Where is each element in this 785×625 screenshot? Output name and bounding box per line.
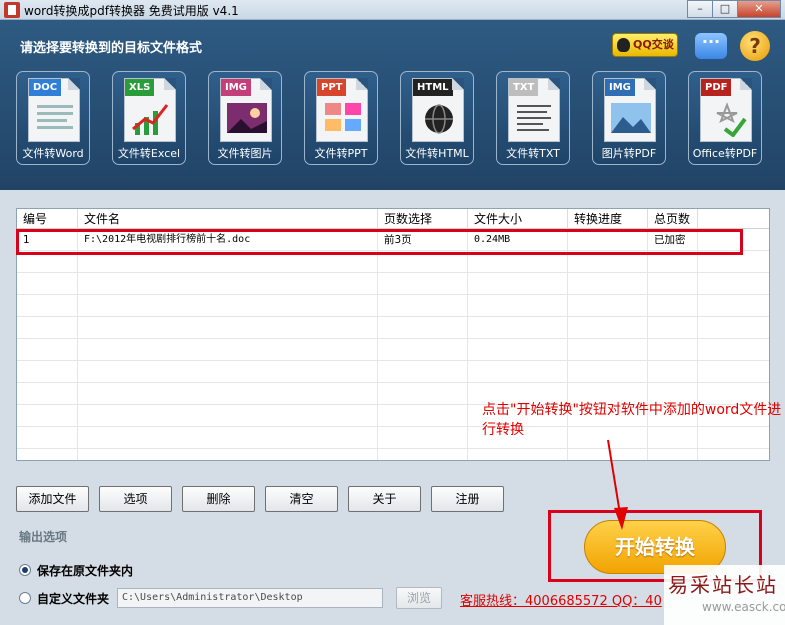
empty-row xyxy=(17,273,769,295)
sunset-photo-icon xyxy=(227,103,267,133)
word-doc-icon: DOC xyxy=(28,78,80,142)
tool-tag: IMG xyxy=(221,79,251,96)
title-bar: word转换成pdf转换器 免费试用版 v4.1 – □ ✕ xyxy=(0,0,785,20)
tool-office-to-pdf[interactable]: PDF Office转PDF xyxy=(688,71,762,165)
close-button[interactable]: ✕ xyxy=(737,0,781,18)
row-highlight-frame xyxy=(16,229,743,255)
word-art-icon xyxy=(37,105,73,129)
tool-label: 文件转PPT xyxy=(314,147,368,160)
tool-image-to-pdf[interactable]: IMG 图片转PDF xyxy=(592,71,666,165)
excel-chart-icon xyxy=(132,104,169,135)
column-header-size[interactable]: 文件大小 xyxy=(468,209,568,229)
empty-row xyxy=(17,317,769,339)
tool-tag: HTML xyxy=(413,79,453,96)
text-lines-icon xyxy=(517,105,551,131)
watermark-url: www.easck.com xyxy=(702,600,785,614)
tool-label: Office转PDF xyxy=(692,147,758,160)
tool-to-image[interactable]: IMG 文件转图片 xyxy=(208,71,282,165)
output-path-field[interactable]: C:\Users\Administrator\Desktop xyxy=(117,588,383,608)
table-header: 编号 文件名 页数选择 文件大小 转换进度 总页数 xyxy=(17,209,769,229)
tool-to-word[interactable]: DOC 文件转Word xyxy=(16,71,90,165)
delete-button[interactable]: 删除 xyxy=(182,486,255,512)
radio-save-original[interactable]: 保存在原文件夹内 xyxy=(19,560,133,580)
tool-label: 文件转TXT xyxy=(506,147,560,160)
radio-custom-icon[interactable] xyxy=(19,592,31,604)
column-header-progress[interactable]: 转换进度 xyxy=(568,209,648,229)
column-header-pages[interactable]: 页数选择 xyxy=(378,209,468,229)
empty-row xyxy=(17,339,769,361)
tool-label: 图片转PDF xyxy=(601,147,657,160)
register-button[interactable]: 注册 xyxy=(431,486,504,512)
radio-custom-label: 自定义文件夹 xyxy=(37,591,110,606)
help-icon[interactable]: ? xyxy=(740,31,770,61)
landscape-photo-icon xyxy=(611,103,651,133)
add-file-button[interactable]: 添加文件 xyxy=(16,486,89,512)
tool-to-excel[interactable]: XLS 文件转Excel xyxy=(112,71,186,165)
browse-button[interactable]: 浏览 xyxy=(396,587,442,609)
tool-tag: TXT xyxy=(509,79,539,96)
chat-bubble-icon[interactable]: ··· xyxy=(695,33,727,59)
html-doc-icon: HTML xyxy=(412,78,464,142)
radio-custom-folder[interactable]: 自定义文件夹 xyxy=(19,588,109,608)
excel-doc-icon: XLS xyxy=(124,78,176,142)
watermark-title: 易采站长站 xyxy=(668,573,778,597)
empty-row xyxy=(17,449,769,460)
globe-icon xyxy=(425,104,453,134)
tool-label: 文件转Excel xyxy=(117,147,181,160)
column-header-id[interactable]: 编号 xyxy=(17,209,78,229)
header-title: 请选择要转换到的目标文件格式 xyxy=(20,41,203,56)
window-controls: – □ ✕ xyxy=(687,0,781,18)
tool-label: 文件转图片 xyxy=(217,147,273,160)
pdf-doc-icon: PDF xyxy=(700,78,752,142)
tool-tag: XLS xyxy=(125,79,155,96)
instruction-annotation: 点击"开始转换"按钮对软件中添加的word文件进行转换 xyxy=(482,402,782,438)
maximize-button[interactable]: □ xyxy=(712,0,738,18)
column-header-filename[interactable]: 文件名 xyxy=(78,209,378,229)
empty-row xyxy=(17,295,769,317)
options-button[interactable]: 选项 xyxy=(99,486,172,512)
pdf-check-icon xyxy=(716,102,747,137)
format-toolbar: DOC 文件转Word XLS 文件转Excel IMG 文件转图片 PPT 文… xyxy=(16,71,776,165)
ppt-doc-icon: PPT xyxy=(316,78,368,142)
app-icon xyxy=(4,2,20,18)
img-doc-icon: IMG xyxy=(604,78,656,142)
qq-chat-button[interactable]: QQ交谈 xyxy=(612,33,678,57)
empty-row xyxy=(17,361,769,383)
site-watermark: 易采站长站 www.easck.com xyxy=(664,565,785,625)
tool-to-ppt[interactable]: PPT 文件转PPT xyxy=(304,71,378,165)
window-title: word转换成pdf转换器 免费试用版 v4.1 xyxy=(24,4,239,18)
tool-to-txt[interactable]: TXT 文件转TXT xyxy=(496,71,570,165)
slides-icon xyxy=(325,103,361,131)
column-header-total[interactable]: 总页数 xyxy=(648,209,698,229)
tool-label: 文件转HTML xyxy=(405,147,469,160)
radio-original-label: 保存在原文件夹内 xyxy=(37,563,134,578)
about-button[interactable]: 关于 xyxy=(348,486,421,512)
image-doc-icon: IMG xyxy=(220,78,272,142)
hotline-link[interactable]: 客服热线：4006685572 QQ：40 xyxy=(460,590,662,609)
tool-to-html[interactable]: HTML 文件转HTML xyxy=(400,71,474,165)
format-header: 请选择要转换到的目标文件格式 QQ交谈 ··· ? DOC 文件转Word XL… xyxy=(0,20,785,190)
tool-tag: PDF xyxy=(701,79,732,96)
txt-doc-icon: TXT xyxy=(508,78,560,142)
output-options-title: 输出选项 xyxy=(19,530,68,544)
minimize-button[interactable]: – xyxy=(687,0,713,18)
radio-original-icon[interactable] xyxy=(19,564,31,576)
main-panel: 编号 文件名 页数选择 文件大小 转换进度 总页数 1 F:\2012年电视剧排… xyxy=(0,190,785,625)
tool-label: 文件转Word xyxy=(22,147,84,160)
tool-tag: IMG xyxy=(605,79,635,96)
tool-tag: PPT xyxy=(317,79,347,96)
tool-tag: DOC xyxy=(29,79,62,96)
clear-button[interactable]: 清空 xyxy=(265,486,338,512)
